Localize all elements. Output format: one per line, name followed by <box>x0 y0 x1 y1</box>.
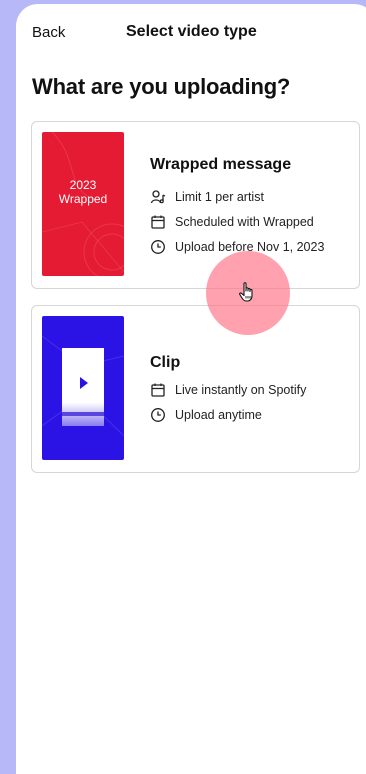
wrapped-feature-deadline: Upload before Nov 1, 2023 <box>150 238 324 256</box>
wrapped-feature-schedule: Scheduled with Wrapped <box>150 213 314 231</box>
wrapped-message-card[interactable]: 2023 Wrapped Wrapped message Limit 1 per… <box>31 121 360 289</box>
wrapped-feature-limit: Limit 1 per artist <box>150 188 264 206</box>
back-button[interactable]: Back <box>32 24 65 41</box>
top-bar: Back Select video type <box>16 4 366 62</box>
clip-feature-live-text: Live instantly on Spotify <box>175 383 307 397</box>
clock-icon <box>151 240 165 254</box>
upload-screen: Back Select video type What are you uplo… <box>16 4 366 774</box>
clock-icon <box>151 408 165 422</box>
section-heading: What are you uploading? <box>32 74 291 99</box>
clip-feature-anytime-text: Upload anytime <box>175 408 262 422</box>
clip-feature-anytime: Upload anytime <box>150 406 262 424</box>
wrapped-feature-deadline-text: Upload before Nov 1, 2023 <box>175 240 325 254</box>
clip-thumbnail <box>42 316 124 460</box>
wrapped-thumbnail-label: Wrapped <box>58 192 108 206</box>
wrapped-thumbnail-year: 2023 <box>69 178 97 192</box>
wrapped-feature-schedule-text: Scheduled with Wrapped <box>175 215 314 229</box>
wrapped-card-title: Wrapped message <box>150 156 292 173</box>
calendar-icon <box>151 383 165 397</box>
wrapped-thumbnail: 2023 Wrapped <box>42 132 124 276</box>
page-title: Select video type <box>126 23 257 40</box>
clip-feature-live: Live instantly on Spotify <box>150 381 306 399</box>
clip-card-title: Clip <box>150 354 181 371</box>
wrapped-feature-limit-text: Limit 1 per artist <box>175 190 264 204</box>
clip-thumbnail-art <box>42 335 124 437</box>
person-music-icon <box>150 190 166 204</box>
clip-card[interactable]: Clip Live instantly on Spotify Upload an… <box>31 305 360 473</box>
wrapped-thumbnail-text: 2023 Wrapped <box>42 178 124 206</box>
calendar-icon <box>151 215 165 229</box>
